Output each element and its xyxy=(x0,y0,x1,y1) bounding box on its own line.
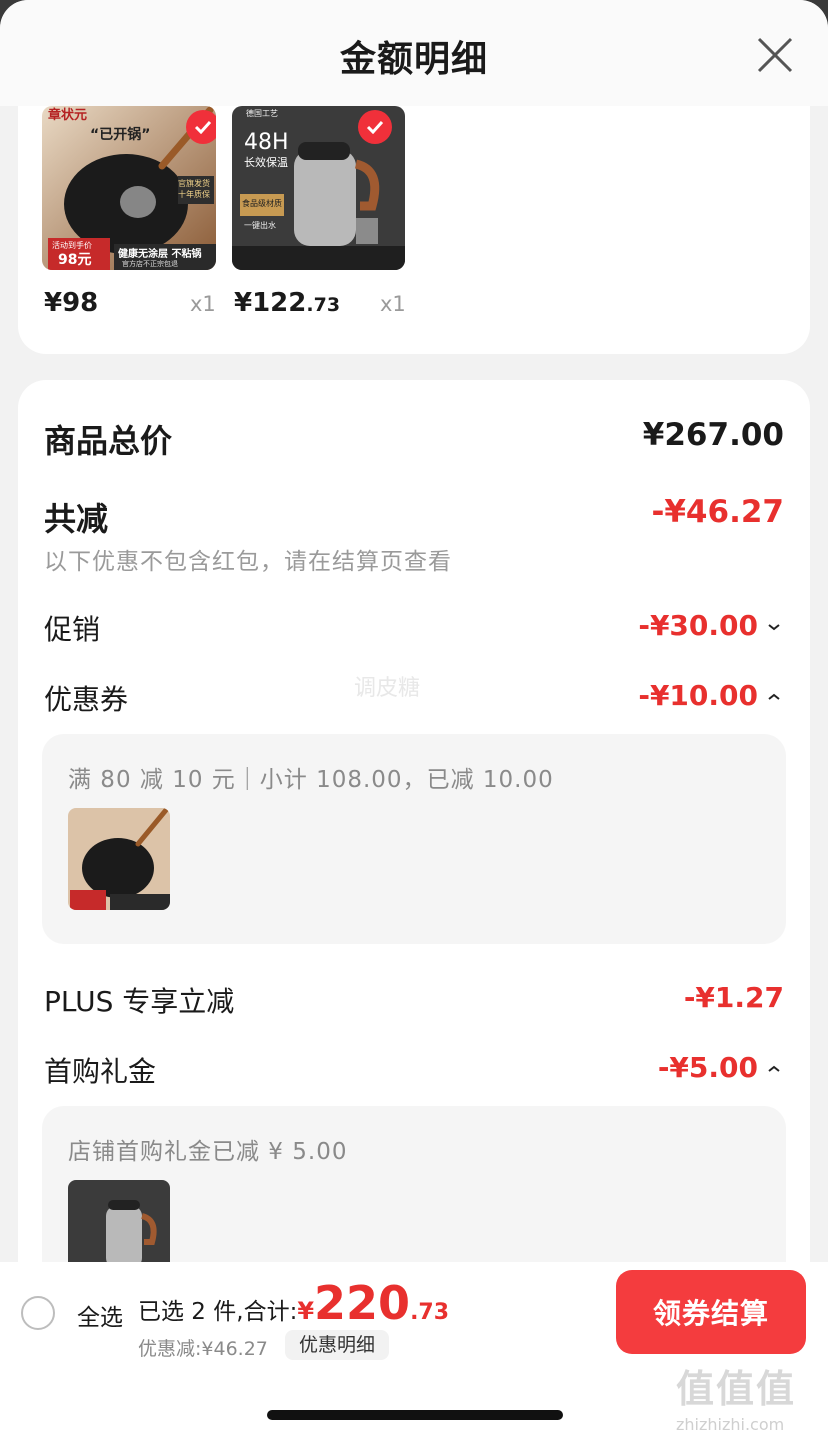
promo-label[interactable]: 促销 xyxy=(44,608,100,648)
discount-note: 以下优惠不包含红包，请在结算页查看 xyxy=(44,549,452,575)
wok-ribbon-text: 健康无涂层 不粘锅 xyxy=(118,249,202,260)
product-quantity: x1 xyxy=(190,292,216,316)
product-price: ¥98 xyxy=(44,288,99,318)
coupon-product-thumbnail xyxy=(68,808,170,910)
checkout-button[interactable]: 领券结算 xyxy=(616,1270,806,1354)
check-icon xyxy=(366,120,384,134)
check-icon xyxy=(194,120,212,134)
product-selected-checkmark[interactable] xyxy=(358,110,392,144)
plus-discount-value: -¥1.27 xyxy=(683,981,784,1014)
sheet-title: 金额明细 xyxy=(339,39,488,80)
checkout-bar: 全选 已选 2 件,合计:¥220.73 优惠减:¥46.27 优惠明细 领券结… xyxy=(0,1262,828,1436)
thermos-tag-text: 食品级材质 xyxy=(242,199,282,208)
product-price: ¥122.73 xyxy=(234,288,341,318)
product-selected-checkmark[interactable] xyxy=(186,110,216,144)
home-indicator[interactable] xyxy=(267,1410,563,1420)
product-quantity: x1 xyxy=(380,292,406,316)
site-logo: 值值值 xyxy=(676,1367,797,1411)
site-url: zhizhizhi.com xyxy=(676,1415,785,1434)
select-all-radio[interactable] xyxy=(21,1296,55,1330)
first-buy-value[interactable]: -¥5.00 xyxy=(658,1051,784,1084)
total-off-value: -¥46.27 xyxy=(651,494,785,530)
selected-summary: 已选 2 件,合计:¥220.73 xyxy=(138,1276,449,1330)
chevron-up-icon[interactable] xyxy=(764,1064,784,1074)
coupon-label[interactable]: 优惠券 xyxy=(44,678,128,718)
coupon-detail-text: 满 80 减 10 元｜小计 108.00，已减 10.00 xyxy=(68,767,554,793)
chevron-down-icon[interactable] xyxy=(764,622,784,632)
thermos-sub-text: 长效保温 xyxy=(244,156,288,169)
goods-total-value: ¥267.00 xyxy=(642,417,784,453)
amount-detail-sheet: 金额明细 章状元 “已开锅” 官旗发货 十年质保 活动到手价 98元 健康无涂层… xyxy=(0,0,828,1436)
plus-discount-label: PLUS 专享立减 xyxy=(44,985,235,1018)
discount-detail-button[interactable]: 优惠明细 xyxy=(285,1330,390,1360)
thermos-top-text: 德国工艺 xyxy=(246,109,278,118)
site-watermark: 值值值 zhizhizhi.com xyxy=(676,1358,826,1434)
coupon-value[interactable]: -¥10.00 xyxy=(638,679,784,712)
wok-brand-text: 章状元 xyxy=(48,108,88,123)
selected-products-card: 章状元 “已开锅” 官旗发货 十年质保 活动到手价 98元 健康无涂层 不粘锅 … xyxy=(18,106,810,354)
watermark-text: 调皮糖 xyxy=(354,676,421,701)
chevron-up-icon[interactable] xyxy=(764,692,784,702)
wok-badge-text: 官旗发货 十年质保 xyxy=(178,179,210,199)
select-all-label[interactable]: 全选 xyxy=(77,1298,123,1332)
sheet-header: 金额明细 xyxy=(0,0,828,106)
total-off-label: 共减 xyxy=(44,500,109,538)
saving-text: 优惠减:¥46.27 xyxy=(138,1338,268,1360)
wok-promo-price: 98元 xyxy=(58,252,92,268)
product-thumbnail-wok[interactable]: 章状元 “已开锅” 官旗发货 十年质保 活动到手价 98元 健康无涂层 不粘锅 … xyxy=(42,106,216,270)
product-thumbnail-thermos[interactable]: 德国工艺 48H 长效保温 食品级材质 一键出水 xyxy=(232,106,405,270)
thermos-tag-text-2: 一键出水 xyxy=(244,221,276,230)
promo-value[interactable]: -¥30.00 xyxy=(638,609,784,642)
close-icon[interactable] xyxy=(756,36,794,74)
wok-image xyxy=(68,808,170,910)
order-total: ¥220.73 xyxy=(297,1276,450,1330)
selected-count-text: 已选 2 件,合计: xyxy=(138,1299,298,1325)
goods-total-label: 商品总价 xyxy=(44,422,173,460)
first-buy-detail-text: 店铺首购礼金已减 ¥ 5.00 xyxy=(68,1139,348,1165)
wok-ribbon-text-2: 官方店不正宗包退 xyxy=(122,260,178,268)
wok-slogan-text: “已开锅” xyxy=(90,127,151,143)
first-buy-label[interactable]: 首购礼金 xyxy=(44,1050,156,1090)
thermos-headline-text: 48H xyxy=(244,130,289,155)
coupon-detail-box: 满 80 减 10 元｜小计 108.00，已减 10.00 xyxy=(42,734,786,944)
